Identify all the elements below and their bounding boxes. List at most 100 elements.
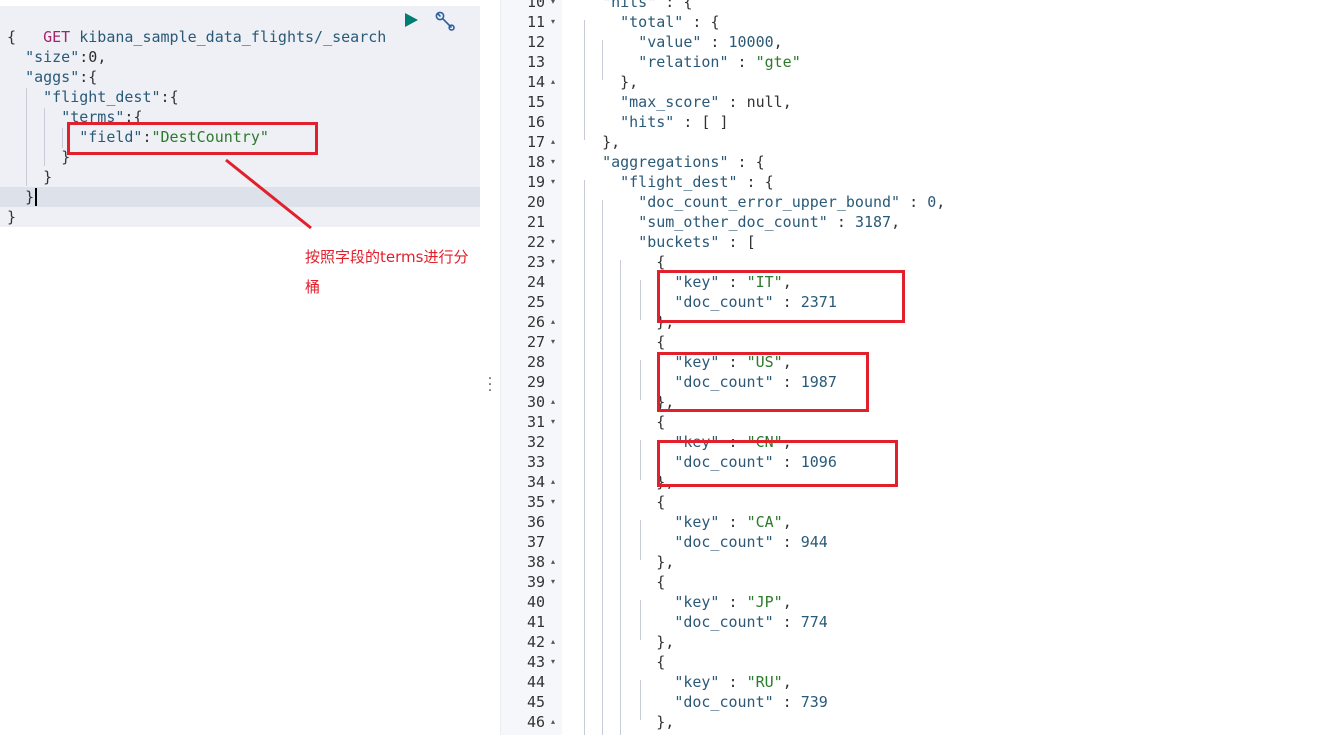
json-separator: : (674, 113, 702, 131)
json-punctuation: { (656, 493, 666, 511)
json-separator: : (79, 68, 89, 86)
response-line: 22 ▾ "buckets" : [ (501, 232, 1336, 252)
response-code: }, (584, 132, 620, 152)
response-code: }, (584, 712, 674, 732)
line-number: 37 (526, 533, 545, 551)
json-separator: : (683, 13, 711, 31)
response-code: { (584, 572, 665, 592)
request-path: kibana_sample_data_flights/_search (79, 28, 387, 46)
request-body-line[interactable]: } (7, 147, 70, 167)
response-code: "doc_count_error_upper_bound" : 0, (584, 192, 945, 212)
json-separator: : (79, 48, 89, 66)
line-number: 17 (526, 133, 545, 151)
request-body-line[interactable]: "aggs":{ (7, 67, 97, 87)
request-line[interactable]: GET kibana_sample_data_flights/_search (7, 7, 386, 46)
response-code: "aggregations" : { (584, 152, 765, 172)
fold-caret-down-icon[interactable]: ▾ (548, 172, 558, 192)
request-body-line[interactable]: "flight_dest":{ (7, 87, 178, 107)
response-pane[interactable]: 10 ▾ "hits" : {11 ▾ "total" : {12 "value" … (501, 0, 1336, 735)
fold-caret-down-icon[interactable]: ▾ (548, 652, 558, 672)
fold-caret-down-icon[interactable]: ▾ (548, 492, 558, 512)
line-number: 10 (526, 0, 545, 11)
fold-caret-down-icon[interactable]: ▾ (548, 252, 558, 272)
response-line: 31 ▾ { (501, 412, 1336, 432)
json-punctuation: , (97, 48, 107, 66)
json-punctuation: , (891, 213, 901, 231)
json-value: "JP" (746, 593, 783, 611)
json-value: null (746, 93, 783, 111)
fold-caret-up-icon[interactable]: ▴ (548, 552, 558, 572)
line-number: 39 (526, 573, 545, 591)
fold-caret-down-icon[interactable]: ▾ (548, 152, 558, 172)
response-code: { (584, 652, 665, 672)
json-value: 3187 (854, 213, 892, 231)
bucket-highlight-box (657, 440, 898, 487)
response-code: "buckets" : [ (584, 232, 755, 252)
json-key: "total" (620, 13, 684, 31)
response-line: 10 ▾ "hits" : { (501, 0, 1336, 12)
active-line-highlight (0, 187, 480, 207)
json-separator: : (656, 0, 684, 11)
fold-caret-up-icon[interactable]: ▴ (548, 72, 558, 92)
line-number: 35 (526, 493, 545, 511)
response-line: 33 "doc_count" : 1096 (501, 452, 1336, 472)
json-separator: : (773, 693, 801, 711)
json-separator: : (773, 533, 801, 551)
line-number: 36 (526, 513, 545, 531)
json-punctuation: { (755, 153, 765, 171)
fold-caret-up-icon[interactable]: ▴ (548, 392, 558, 412)
request-body-line[interactable]: } (7, 207, 16, 227)
json-punctuation: { (656, 253, 666, 271)
indent-guide (62, 128, 63, 148)
json-key: "hits" (620, 113, 675, 131)
json-key: "value" (638, 33, 702, 51)
fold-caret-up-icon[interactable]: ▴ (548, 312, 558, 332)
run-request-button[interactable] (402, 10, 420, 30)
fold-caret-up-icon[interactable]: ▴ (548, 712, 558, 732)
fold-caret-down-icon[interactable]: ▾ (548, 232, 558, 252)
fold-caret-down-icon[interactable]: ▾ (548, 572, 558, 592)
response-line: 18 ▾ "aggregations" : { (501, 152, 1336, 172)
response-line: 46 ▴ }, (501, 712, 1336, 732)
pane-resize-handle[interactable]: · · · (480, 0, 501, 735)
response-line: 45 "doc_count" : 739 (501, 692, 1336, 712)
json-separator: : (719, 593, 747, 611)
response-line: 28 "key" : "US", (501, 352, 1336, 372)
json-key: "flight_dest" (43, 88, 161, 106)
line-number: 38 (526, 553, 545, 571)
request-body-line[interactable]: "size":0, (7, 47, 106, 67)
fold-caret-up-icon[interactable]: ▴ (548, 132, 558, 152)
fold-caret-down-icon[interactable]: ▾ (548, 0, 558, 12)
request-body-line[interactable]: } (7, 167, 52, 187)
request-settings-button[interactable] (433, 10, 457, 32)
line-number: 24 (526, 273, 545, 291)
request-editor-pane[interactable]: GET kibana_sample_data_flights/_search {… (0, 0, 480, 735)
fold-caret-down-icon[interactable]: ▾ (548, 12, 558, 32)
indent-guide (26, 88, 27, 186)
json-separator: : (719, 513, 747, 531)
json-key: "doc_count" (674, 693, 774, 711)
fold-caret-down-icon[interactable]: ▾ (548, 332, 558, 352)
request-body-line[interactable]: { (7, 27, 16, 47)
fold-caret-up-icon[interactable]: ▴ (548, 472, 558, 492)
request-body-line[interactable]: } (7, 187, 34, 207)
json-punctuation: { (710, 13, 720, 31)
response-code: "sum_other_doc_count" : 3187, (584, 212, 900, 232)
json-punctuation: { (656, 333, 666, 351)
response-code: "relation" : "gte" (584, 52, 801, 72)
line-number: 14 (526, 73, 545, 91)
fold-caret-up-icon[interactable]: ▴ (548, 632, 558, 652)
json-separator: : (827, 213, 855, 231)
fold-caret-down-icon[interactable]: ▾ (548, 412, 558, 432)
line-number: 26 (526, 313, 545, 331)
